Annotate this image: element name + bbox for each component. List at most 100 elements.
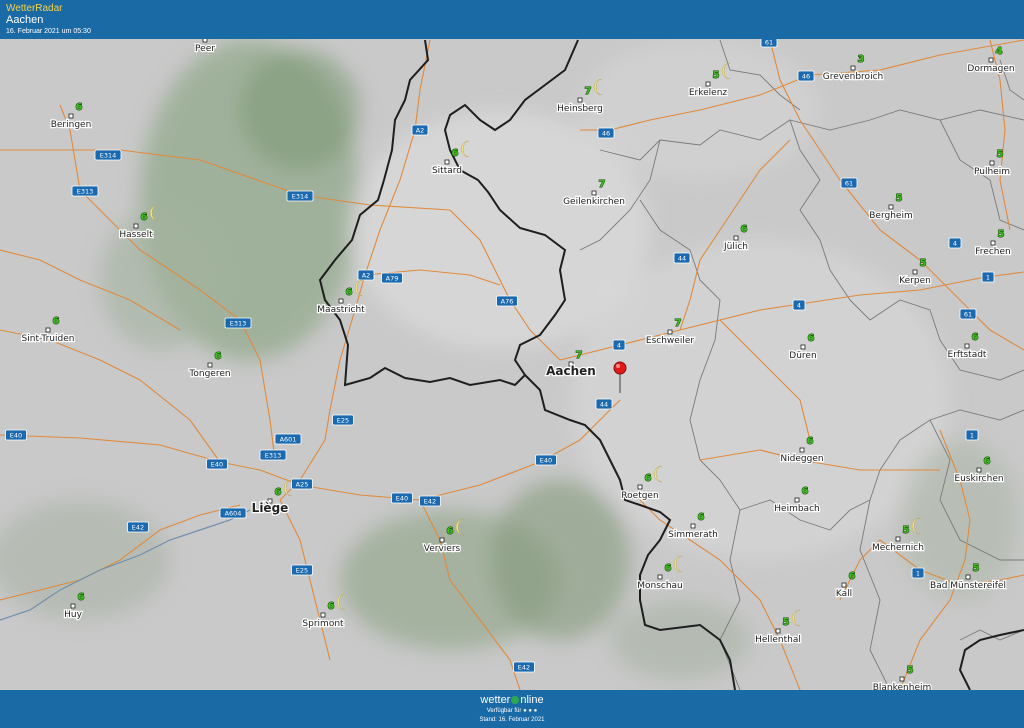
road-label: 1 [911,567,925,579]
road-number: 46 [602,129,610,137]
road-number: 46 [802,72,810,80]
road-label: E42 [419,495,441,507]
temperature-value: 6 [665,563,672,574]
city-name: Bergheim [869,211,912,221]
city-dot [577,97,583,103]
city-dot [439,537,445,543]
temperature-value: 6 [328,601,335,612]
road-label: 44 [673,252,691,264]
android-icon: ● [528,708,532,714]
city-dot [133,223,139,229]
road-label: E25 [332,414,354,426]
road-number: E25 [337,416,349,424]
availability-line: Verfügbar für ● ● ● [0,708,1024,714]
city-dot [207,362,213,368]
temperature-value: 6 [698,512,705,523]
city-dot [70,603,76,609]
city-name: Dormagen [967,64,1014,74]
temperature-value: 6 [452,148,459,159]
city-dot [799,447,805,453]
city-dot [637,484,643,490]
road-number: E42 [424,497,436,505]
road-number: 44 [600,400,608,408]
road-label: 46 [597,127,615,139]
temperature-value: 5 [997,149,1004,160]
road-label: 1 [965,429,979,441]
road-label: 4 [612,339,626,351]
city-name: Simmerath [668,530,718,540]
city-dot [733,235,739,241]
brand-text-pre: wetter [480,694,511,706]
road-number: E40 [540,456,552,464]
temperature-value: 6 [741,224,748,235]
road-number: A2 [362,271,371,279]
city-dot [965,574,971,580]
temperature-value: 6 [849,571,856,582]
temperature-value: 5 [920,258,927,269]
road-label: E313 [71,185,99,197]
brand-logo[interactable]: wetter nline [0,694,1024,706]
weather-radar-map[interactable]: A2A2 A79A76E314E313E314E31346466161444146… [0,39,1024,690]
temperature-value: 6 [275,487,282,498]
city-name: Kall [836,589,852,599]
city-name: Liège [252,501,289,515]
road-number: E313 [265,451,282,459]
app-title: WetterRadar [6,3,63,14]
road-number: E313 [77,187,94,195]
brand-o-icon [511,696,520,705]
road-number: E314 [292,192,309,200]
road-number: A76 [501,297,514,305]
road-label: 46 [797,70,815,82]
city-name: Verviers [424,544,461,554]
city-name: Monschau [637,581,683,591]
city-dot [657,574,663,580]
temperature-value: 3 [858,54,865,65]
road-label: A601 [274,433,302,445]
temperature-value: 7 [585,86,592,97]
city-name: Heimbach [774,504,819,514]
city-dot [202,39,208,43]
temperature-value: 7 [599,179,606,190]
city-dot [888,204,894,210]
apple-icon: ● [523,708,527,714]
temperature-value: 6 [346,287,353,298]
city-dot [667,329,673,335]
temperature-value: 7 [675,318,682,329]
road-number: E42 [132,523,144,531]
city-name: Jülich [723,242,748,252]
city-name: Bad Münstereifel [930,581,1006,591]
road-label: A2 [411,124,429,136]
availability-label: Verfügbar für [486,708,522,714]
city-dot [68,113,74,119]
road-number: 4 [953,239,957,247]
road-number: A601 [280,435,297,443]
city-name: Erkelenz [689,88,728,98]
city-name: Tongeren [188,369,230,379]
road-number: 61 [964,310,972,318]
road-number: E40 [211,460,223,468]
road-label: A2 [357,269,375,281]
road-number: 44 [678,254,686,262]
stand-label: Stand: 16. Februar 2021 [479,717,545,723]
temperature-value: 6 [53,316,60,327]
city-name: Kerpen [899,276,931,286]
road-label: E25 [291,564,313,576]
temperature-value: 6 [802,486,809,497]
road-label: 44 [595,398,613,410]
road-label: 1 [981,271,995,283]
temperature-value: 5 [713,70,720,81]
road-label: 61 [959,308,977,320]
road-label: E314 [94,149,122,161]
city-name: Maastricht [317,305,365,315]
temperature-value: 6 [76,102,83,113]
city-dot [964,343,970,349]
road-number: A25 [296,480,309,488]
city-name: Roetgen [621,491,658,501]
road-number: 61 [765,39,773,46]
temperature-value: 6 [807,436,814,447]
city-name: Geilenkirchen [563,197,625,207]
location-title[interactable]: Aachen [6,14,43,26]
road-number: E313 [230,319,247,327]
road-number: 4 [617,341,621,349]
city-dot [794,497,800,503]
